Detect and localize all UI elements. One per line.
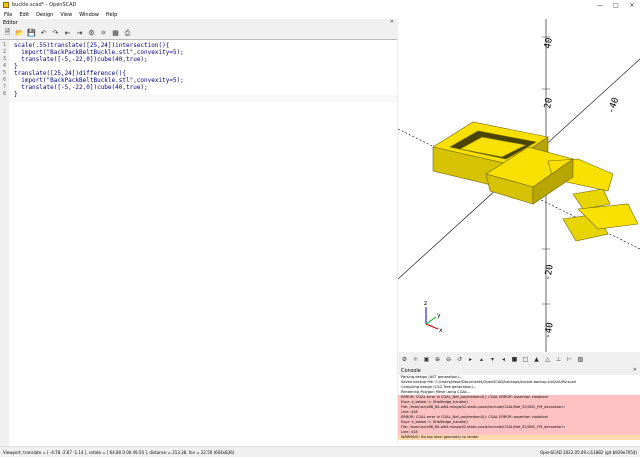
panel-close-icon[interactable]: ✕ [390, 19, 394, 25]
send-to-print-icon[interactable]: ⎙ [123, 29, 132, 38]
axis-label: -40 [606, 96, 621, 115]
view-left-icon[interactable]: ◂ [499, 355, 508, 364]
editor-label: Editor [3, 20, 18, 26]
version-info: OpenSCAD 2022.05.09.ci11882 (git b929e70… [539, 449, 637, 455]
zoom-out-icon[interactable]: ⊖ [444, 355, 453, 364]
axis-label: -20 [543, 264, 556, 282]
gizmo-label: z [424, 300, 427, 307]
viewport-status: Viewport: translate = [ -4.78 -2.67 -1.1… [3, 449, 235, 455]
3d-viewport[interactable]: 40 20 20 -20 -40 -40 z [398, 19, 640, 352]
minimize-icon[interactable]: — [592, 0, 608, 10]
menu-edit[interactable]: Edit [19, 12, 29, 18]
close-icon[interactable]: ✕ [624, 0, 640, 10]
axis-label: -40 [543, 322, 556, 340]
export-stl-icon[interactable]: ▦ [111, 29, 120, 38]
editor-toolbar: 🗎 📂 💾 ↶ ↷ ⇤ ⇥ ⚙ ⚛ ▦ ⎙ [0, 27, 397, 39]
view-all-icon[interactable]: ▣ [422, 355, 431, 364]
console-label: Console [401, 368, 421, 374]
line-number-gutter [0, 40, 9, 447]
code-line[interactable]: scale(.55)translate([25,24])intersection… [14, 42, 169, 49]
code-line[interactable]: translate([-5,-22,0])cube(40,true); [14, 56, 147, 63]
axis-gizmo: z x y [424, 300, 443, 334]
show-edges-icon[interactable]: ▧ [576, 355, 585, 364]
window-title: buckle.scad* - OpenSCAD [12, 2, 77, 8]
current-line-highlight [9, 95, 397, 102]
buckle-model [432, 121, 639, 242]
menu-help[interactable]: Help [106, 12, 117, 18]
menu-design[interactable]: Design [36, 12, 53, 18]
unindent-icon[interactable]: ⇤ [63, 29, 72, 38]
render-icon[interactable]: ⚛ [99, 29, 108, 38]
render-icon[interactable]: ⚛ [411, 355, 420, 364]
line-number: 7 [3, 84, 7, 90]
show-scale-icon[interactable]: ⊢ [565, 355, 574, 364]
line-number: 8 [3, 91, 7, 97]
open-file-icon[interactable]: 📂 [15, 29, 24, 38]
preview-icon[interactable]: ⚙ [87, 29, 96, 38]
code-line[interactable]: import("BackPackBeltBuckle.stl",convexit… [14, 77, 184, 84]
line-number: 1 [3, 42, 7, 48]
zoom-in-icon[interactable]: ⊕ [433, 355, 442, 364]
show-axes-icon[interactable]: ⊥ [554, 355, 563, 364]
menu-view[interactable]: View [60, 12, 72, 18]
console-output[interactable]: Parsing design (AST generation)... Saved … [398, 375, 640, 446]
code-editor[interactable]: 1 scale(.55)translate([25,24])intersectio… [0, 39, 397, 447]
axis-label: 40 [543, 37, 555, 49]
title-bar: buckle.scad* - OpenSCAD — □ ✕ [0, 0, 640, 10]
line-number: 2 [3, 49, 7, 55]
preview-icon[interactable]: ⚙ [400, 355, 409, 364]
view-back-icon[interactable]: □ [521, 355, 530, 364]
new-file-icon[interactable]: 🗎 [3, 28, 12, 38]
view-top-icon[interactable]: ▴ [477, 355, 486, 364]
gizmo-label: x [439, 327, 443, 334]
line-number: 4 [3, 63, 7, 69]
line-number: 3 [3, 56, 7, 62]
perspective-icon[interactable]: ▲ [532, 355, 541, 364]
redo-icon[interactable]: ↷ [51, 29, 60, 38]
menu-window[interactable]: Window [79, 12, 99, 18]
view-bottom-icon[interactable]: ▾ [488, 355, 497, 364]
gizmo-label: y [437, 312, 441, 319]
panel-close-icon[interactable]: ✕ [633, 367, 637, 373]
code-line[interactable]: } [14, 91, 18, 98]
view-right-icon[interactable]: ▸ [466, 355, 475, 364]
code-line[interactable]: translate([-5,-22,0])cube(40,true); [14, 84, 147, 91]
code-line[interactable]: } [14, 63, 18, 70]
view-front-icon[interactable]: ■ [510, 355, 519, 364]
code-line[interactable]: import("BackPackBeltBuckle.stl",convexit… [14, 49, 184, 56]
console-line: WARNING: No top level geometry to render [398, 435, 640, 440]
undo-icon[interactable]: ↶ [39, 29, 48, 38]
axis-label: 20 [543, 97, 555, 109]
line-number: 5 [3, 70, 7, 76]
line-number: 6 [3, 77, 7, 83]
orthogonal-icon[interactable]: △ [543, 355, 552, 364]
maximize-icon[interactable]: □ [608, 0, 624, 10]
indent-icon[interactable]: ⇥ [75, 29, 84, 38]
save-icon[interactable]: 💾 [27, 29, 36, 38]
viewport-scene[interactable]: 40 20 20 -20 -40 -40 z [398, 19, 640, 352]
code-line[interactable]: translate([25,24])difference(){ [14, 70, 126, 77]
console-panel-header: Console ✕ [398, 367, 640, 375]
openscad-icon [3, 2, 9, 8]
reset-view-icon[interactable]: ↺ [455, 355, 464, 364]
menu-file[interactable]: File [4, 12, 12, 18]
viewport-toolbar: ⚙ ⚛ ▣ ⊕ ⊖ ↺ ▸ ▴ ▾ ◂ ■ □ ▲ △ ⊥ ⊢ ▧ [398, 352, 640, 366]
status-bar: Viewport: translate = [ -4.78 -2.67 -1.1… [0, 446, 640, 457]
